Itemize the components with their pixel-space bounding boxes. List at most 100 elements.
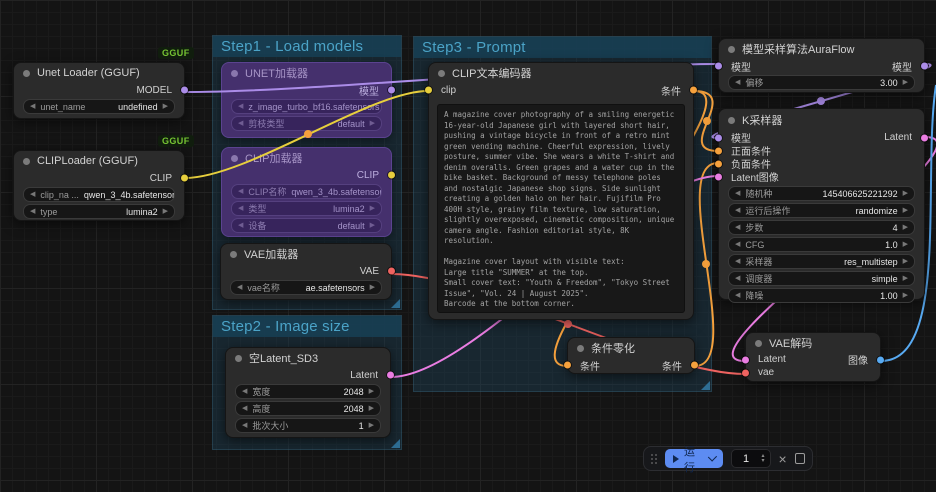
- increment-icon[interactable]: [370, 284, 375, 291]
- input-port-negative[interactable]: [715, 160, 722, 167]
- collapse-dot-icon[interactable]: [23, 158, 30, 165]
- input-port-conditioning[interactable]: [564, 362, 571, 369]
- decrement-icon[interactable]: [735, 79, 740, 86]
- increment-icon[interactable]: [369, 422, 374, 429]
- input-port-latent-image[interactable]: [715, 173, 722, 180]
- increment-icon[interactable]: [903, 258, 908, 265]
- group-step3-title[interactable]: Step3 - Prompt: [414, 37, 711, 58]
- decrement-icon[interactable]: [242, 388, 247, 395]
- decrement-icon[interactable]: [735, 207, 740, 214]
- output-port-vae[interactable]: [388, 268, 395, 275]
- decrement-icon[interactable]: [735, 275, 740, 282]
- node-cliploader-gguf[interactable]: CLIPLoader (GGUF) CLIP clip_na ... qwen_…: [13, 150, 185, 221]
- stop-icon[interactable]: [795, 453, 805, 464]
- group-resize-handle[interactable]: [701, 381, 710, 390]
- collapse-dot-icon[interactable]: [23, 70, 30, 77]
- output-port-conditioning[interactable]: [691, 362, 698, 369]
- increment-icon[interactable]: [163, 103, 168, 110]
- step-down-icon[interactable]: ▾: [761, 459, 764, 464]
- output-port-latent[interactable]: [921, 134, 928, 141]
- collapse-dot-icon[interactable]: [438, 70, 445, 77]
- widget-clip-name[interactable]: CLIP名称 qwen_3_4b.safetensors: [231, 184, 382, 199]
- decrement-icon[interactable]: [238, 222, 243, 229]
- increment-icon[interactable]: [369, 388, 374, 395]
- node-vae-decode[interactable]: VAE解码 Latent 图像 vae: [745, 332, 881, 382]
- increment-icon[interactable]: [903, 275, 908, 282]
- increment-icon[interactable]: [369, 405, 374, 412]
- clear-queue-icon[interactable]: ×: [779, 452, 787, 466]
- decrement-icon[interactable]: [242, 405, 247, 412]
- node-unet-loader-gguf[interactable]: Unet Loader (GGUF) MODEL unet_name undef…: [13, 62, 185, 119]
- widget-seed[interactable]: 随机种 145406625221292: [728, 186, 915, 201]
- widget-denoise[interactable]: 降噪 1.00: [728, 288, 915, 303]
- output-port-conditioning[interactable]: [690, 87, 697, 94]
- input-port-clip[interactable]: [425, 87, 432, 94]
- widget-clip-name[interactable]: clip_na ... qwen_3_4b.safetensors: [23, 187, 175, 202]
- output-port-clip[interactable]: [388, 172, 395, 179]
- increment-icon[interactable]: [903, 224, 908, 231]
- widget-batch-size[interactable]: 批次大小 1: [235, 418, 381, 433]
- output-port-model[interactable]: [181, 87, 188, 94]
- increment-icon[interactable]: [163, 208, 168, 215]
- widget-vae-name[interactable]: vae名称 ae.safetensors: [230, 280, 382, 295]
- collapse-dot-icon[interactable]: [728, 117, 735, 124]
- node-ksampler[interactable]: K采样器 模型 正面条件 负面条件 Latent图像 Latent 随机种 14…: [718, 108, 925, 300]
- increment-icon[interactable]: [370, 222, 375, 229]
- output-port-clip[interactable]: [181, 175, 188, 182]
- decrement-icon[interactable]: [735, 258, 740, 265]
- node-vae-loader[interactable]: VAE加载器 VAE vae名称 ae.safetensors: [220, 243, 392, 300]
- collapse-dot-icon[interactable]: [235, 355, 242, 362]
- widget-weight-dtype[interactable]: 剪枝类型 default: [231, 116, 382, 131]
- batch-count-input[interactable]: 1 ▴▾: [731, 449, 771, 468]
- increment-icon[interactable]: [903, 241, 908, 248]
- widget-control-after-generate[interactable]: 运行后操作 randomize: [728, 203, 915, 218]
- decrement-icon[interactable]: [238, 205, 243, 212]
- group-step2-title[interactable]: Step2 - Image size: [213, 316, 401, 337]
- increment-icon[interactable]: [370, 205, 375, 212]
- node-model-sampling-auraflow[interactable]: 模型采样算法AuraFlow 模型 模型 偏移 3.00: [718, 38, 925, 93]
- prompt-textarea[interactable]: A magazine cover photography of a smilin…: [437, 104, 685, 313]
- decrement-icon[interactable]: [238, 120, 243, 127]
- decrement-icon[interactable]: [735, 241, 740, 248]
- node-empty-latent[interactable]: 空Latent_SD3 Latent 宽度 2048 高度 2048 批次大小 …: [225, 347, 391, 438]
- input-port-model[interactable]: [715, 134, 722, 141]
- widget-width[interactable]: 宽度 2048: [235, 384, 381, 399]
- increment-icon[interactable]: [903, 79, 908, 86]
- chevron-down-icon[interactable]: [708, 452, 717, 461]
- output-port-latent[interactable]: [387, 372, 394, 379]
- increment-icon[interactable]: [370, 120, 375, 127]
- collapse-dot-icon[interactable]: [755, 340, 762, 347]
- input-port-latent[interactable]: [742, 356, 749, 363]
- run-button[interactable]: 运行: [665, 449, 723, 468]
- decrement-icon[interactable]: [237, 284, 242, 291]
- decrement-icon[interactable]: [735, 292, 740, 299]
- widget-height[interactable]: 高度 2048: [235, 401, 381, 416]
- collapse-dot-icon[interactable]: [577, 345, 584, 352]
- increment-icon[interactable]: [903, 292, 908, 299]
- node-clip-loader-bypassed[interactable]: CLIP加载器 CLIP CLIP名称 qwen_3_4b.safetensor…: [221, 147, 392, 237]
- widget-type[interactable]: type lumina2: [23, 204, 175, 219]
- node-clip-text-encode[interactable]: CLIP文本编码器 clip 条件 A magazine cover photo…: [428, 62, 694, 320]
- widget-cfg[interactable]: CFG 1.0: [728, 237, 915, 252]
- widget-type[interactable]: 类型 lumina2: [231, 201, 382, 216]
- group-resize-handle[interactable]: [391, 299, 400, 308]
- widget-shift[interactable]: 偏移 3.00: [728, 75, 915, 90]
- input-port-vae[interactable]: [742, 369, 749, 376]
- widget-unet-name[interactable]: unet_name undefined: [23, 99, 175, 114]
- decrement-icon[interactable]: [238, 103, 243, 110]
- count-stepper[interactable]: ▴▾: [761, 454, 764, 464]
- collapse-dot-icon[interactable]: [231, 70, 238, 77]
- widget-ckpt-name[interactable]: z_image_turbo_bf16.safetensors: [231, 99, 382, 114]
- collapse-dot-icon[interactable]: [231, 155, 238, 162]
- output-port-image[interactable]: [877, 356, 884, 363]
- node-unet-loader-bypassed[interactable]: UNET加载器 模型 z_image_turbo_bf16.safetensor…: [221, 62, 392, 138]
- decrement-icon[interactable]: [30, 191, 35, 198]
- node-conditioning-zero-out[interactable]: 条件零化 条件 条件: [567, 337, 695, 374]
- widget-sampler-name[interactable]: 采样器 res_multistep: [728, 254, 915, 269]
- drag-handle-icon[interactable]: [651, 454, 657, 464]
- collapse-dot-icon[interactable]: [230, 251, 237, 258]
- decrement-icon[interactable]: [30, 103, 35, 110]
- input-port-model[interactable]: [715, 63, 722, 70]
- widget-device[interactable]: 设备 default: [231, 218, 382, 233]
- widget-steps[interactable]: 步数 4: [728, 220, 915, 235]
